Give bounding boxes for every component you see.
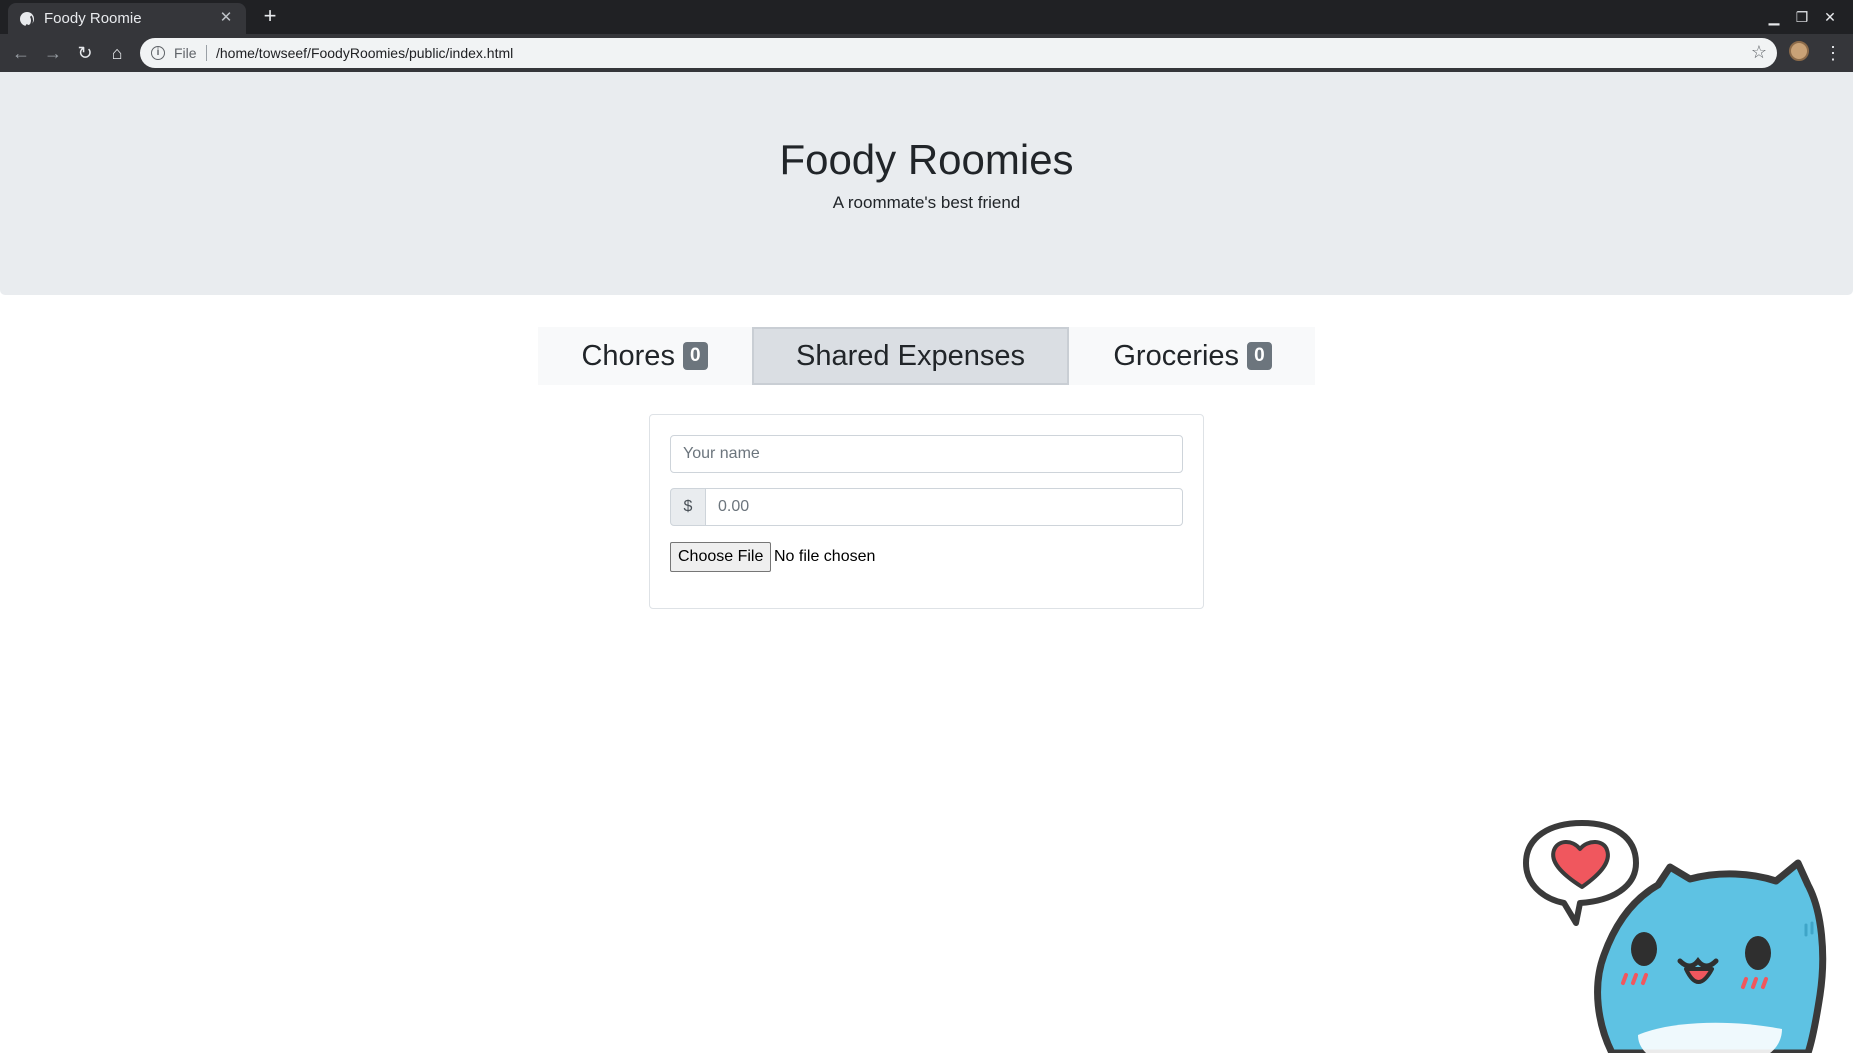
page-title: Foody Roomies — [779, 136, 1074, 183]
address-bar[interactable]: i File /home/towseef/FoodyRoomies/public… — [140, 38, 1777, 68]
info-icon[interactable]: i — [151, 46, 165, 60]
scheme-label: File — [174, 45, 197, 61]
tab-label: Groceries — [1113, 339, 1240, 372]
close-icon[interactable]: ✕ — [1818, 5, 1842, 29]
amount-input[interactable] — [705, 488, 1183, 526]
divider — [206, 45, 207, 61]
tab-shared-expenses[interactable]: Shared Expenses — [752, 327, 1069, 385]
page-subtitle: A roommate's best friend — [832, 193, 1021, 212]
section-tabs: Chores 0 Shared Expenses Groceries 0 — [538, 327, 1315, 385]
back-icon[interactable]: ← — [8, 40, 34, 66]
globe-icon — [20, 12, 34, 27]
speech-bubble-heart-icon — [1523, 820, 1639, 926]
minimize-icon[interactable]: ▁ — [1762, 5, 1786, 29]
url-text[interactable]: /home/towseef/FoodyRoomies/public/index.… — [216, 45, 513, 61]
tab-close-icon[interactable]: ✕ — [216, 8, 236, 28]
tab-label: Shared Expenses — [796, 339, 1025, 372]
menu-icon[interactable]: ⋮ — [1824, 40, 1842, 66]
profile-icon[interactable] — [1789, 41, 1809, 61]
tab-groceries[interactable]: Groceries 0 — [1070, 327, 1315, 385]
blue-cat-icon — [1594, 859, 1827, 1053]
tab-chores[interactable]: Chores 0 — [538, 327, 751, 385]
header-jumbotron: Foody Roomies A roommate's best friend — [0, 72, 1853, 295]
tab-label: Chores — [581, 339, 675, 372]
browser-tab[interactable]: Foody Roomie ✕ — [8, 3, 246, 34]
count-badge: 0 — [682, 342, 708, 370]
reload-icon[interactable]: ↻ — [72, 40, 98, 66]
name-input[interactable] — [670, 435, 1183, 473]
expense-form-card: $ Choose File No file chosen — [649, 414, 1204, 609]
new-tab-button[interactable]: + — [258, 4, 282, 28]
mascot-sticker — [1523, 820, 1827, 1053]
count-badge: 0 — [1247, 342, 1272, 370]
tab-title: Foody Roomie — [44, 10, 142, 27]
browser-tab-strip: Foody Roomie ✕ + ▁ ❐ ✕ — [0, 0, 1853, 34]
file-status-text: No file chosen — [774, 548, 876, 565]
maximize-icon[interactable]: ❐ — [1790, 5, 1814, 29]
star-icon[interactable]: ☆ — [1751, 42, 1767, 63]
currency-prefix: $ — [670, 488, 706, 526]
forward-icon[interactable]: → — [40, 40, 66, 66]
browser-toolbar: ← → ↻ ⌂ i File /home/towseef/FoodyRoomie… — [0, 34, 1853, 72]
home-icon[interactable]: ⌂ — [104, 40, 130, 66]
choose-file-button[interactable]: Choose File — [670, 542, 772, 572]
